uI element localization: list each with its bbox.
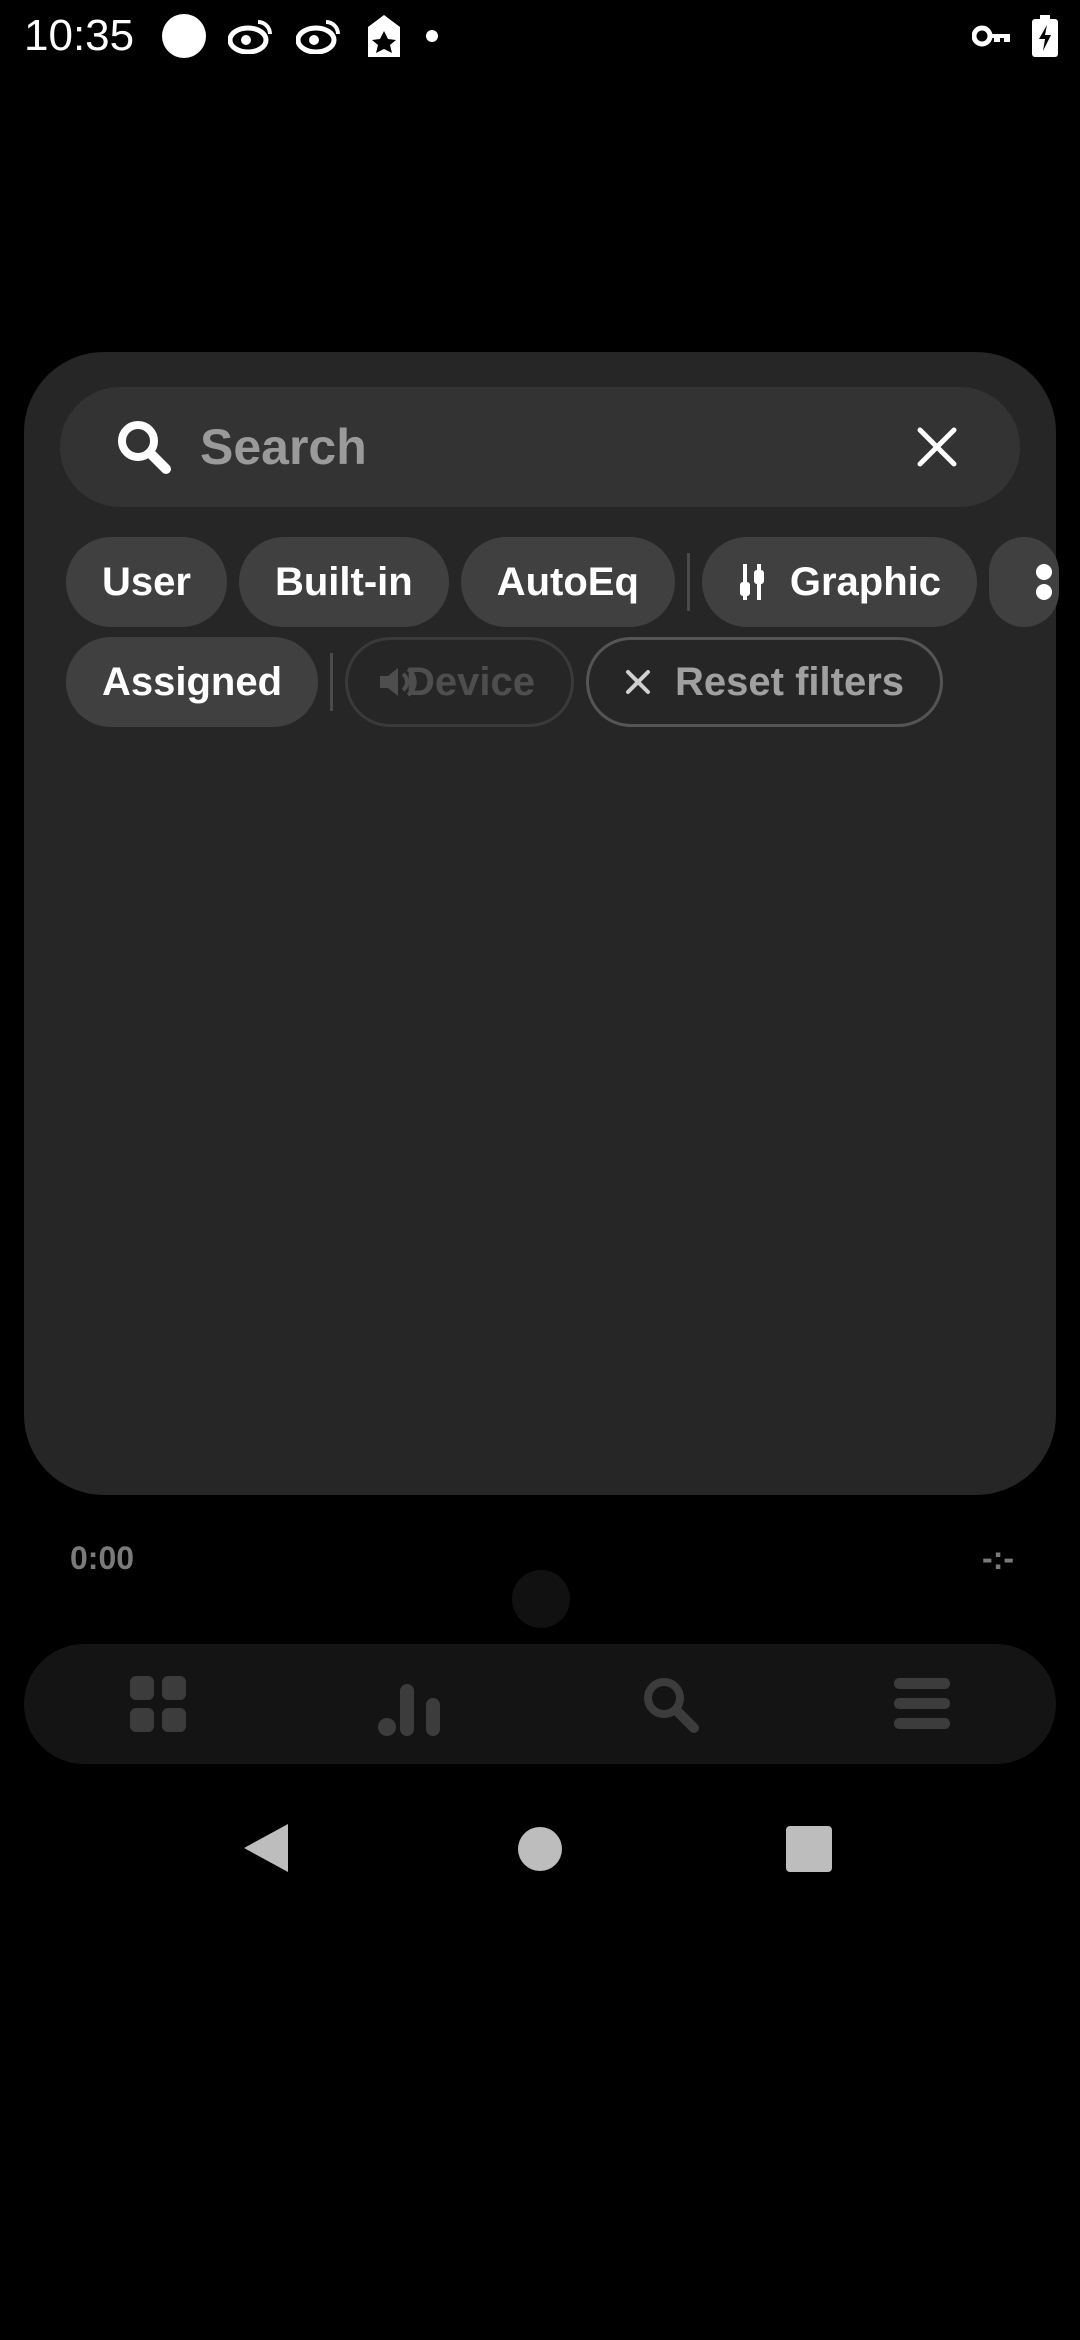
dot-icon [426,30,439,42]
search-bar[interactable] [60,387,1020,507]
system-navigation-bar [0,1800,1080,1896]
bottom-nav [24,1644,1056,1764]
filter-chip-device[interactable]: Device [345,637,575,727]
status-bar: 10:35 [0,0,1080,72]
seek-handle[interactable] [512,1570,570,1628]
status-time: 10:35 [24,11,135,60]
chip-label: Built-in [274,559,413,604]
close-icon [625,669,651,695]
search-icon [118,421,171,474]
chip-label: AutoEq [496,559,639,604]
filter-chip-autoeq[interactable]: AutoEq [460,537,675,627]
reset-filters-button[interactable]: Reset filters [586,637,944,727]
weibo-icon [228,20,273,54]
weibo-icon [296,20,341,54]
grid-icon[interactable] [128,1674,188,1734]
clear-search-icon[interactable] [916,426,958,468]
chip-label: Reset filters [675,659,905,704]
partial-icon [1036,564,1053,600]
filter-chip-graphic[interactable]: Graphic [701,537,978,627]
chip-label: User [102,559,191,604]
vpn-key-icon [972,25,1010,47]
status-icons-right [972,0,1058,72]
bar-chart-icon[interactable] [378,1674,448,1736]
filter-chip-overflow[interactable] [989,537,1060,627]
tag-star-icon [368,15,401,57]
chip-divider [330,653,334,711]
recents-icon[interactable] [786,1826,832,1872]
search-nav-icon[interactable] [640,1674,700,1734]
filter-row-assign: Assigned Device Reset filters [66,637,955,727]
circle-icon [162,14,207,58]
sliders-icon [738,562,766,602]
back-icon[interactable] [242,1822,290,1874]
filter-chip-assigned[interactable]: Assigned [66,637,319,727]
preset-panel: User Built-in AutoEq Graphic [24,352,1060,1495]
chip-label: Graphic [789,559,942,604]
status-icons-left [162,13,439,59]
elapsed-time: 0:00 [70,1540,135,1576]
home-icon[interactable] [517,1826,563,1872]
filter-chip-built-in[interactable]: Built-in [238,537,449,627]
filter-row-type: User Built-in AutoEq Graphic [66,537,1071,627]
filter-chip-user[interactable]: User [66,537,227,627]
search-input[interactable] [198,407,838,487]
chip-label: Device [406,659,536,704]
remaining-time: -:- [982,1540,1014,1576]
chip-label: Assigned [102,659,283,704]
chip-divider [686,553,690,611]
battery-charging-icon [1032,15,1058,57]
menu-icon[interactable] [892,1674,952,1734]
